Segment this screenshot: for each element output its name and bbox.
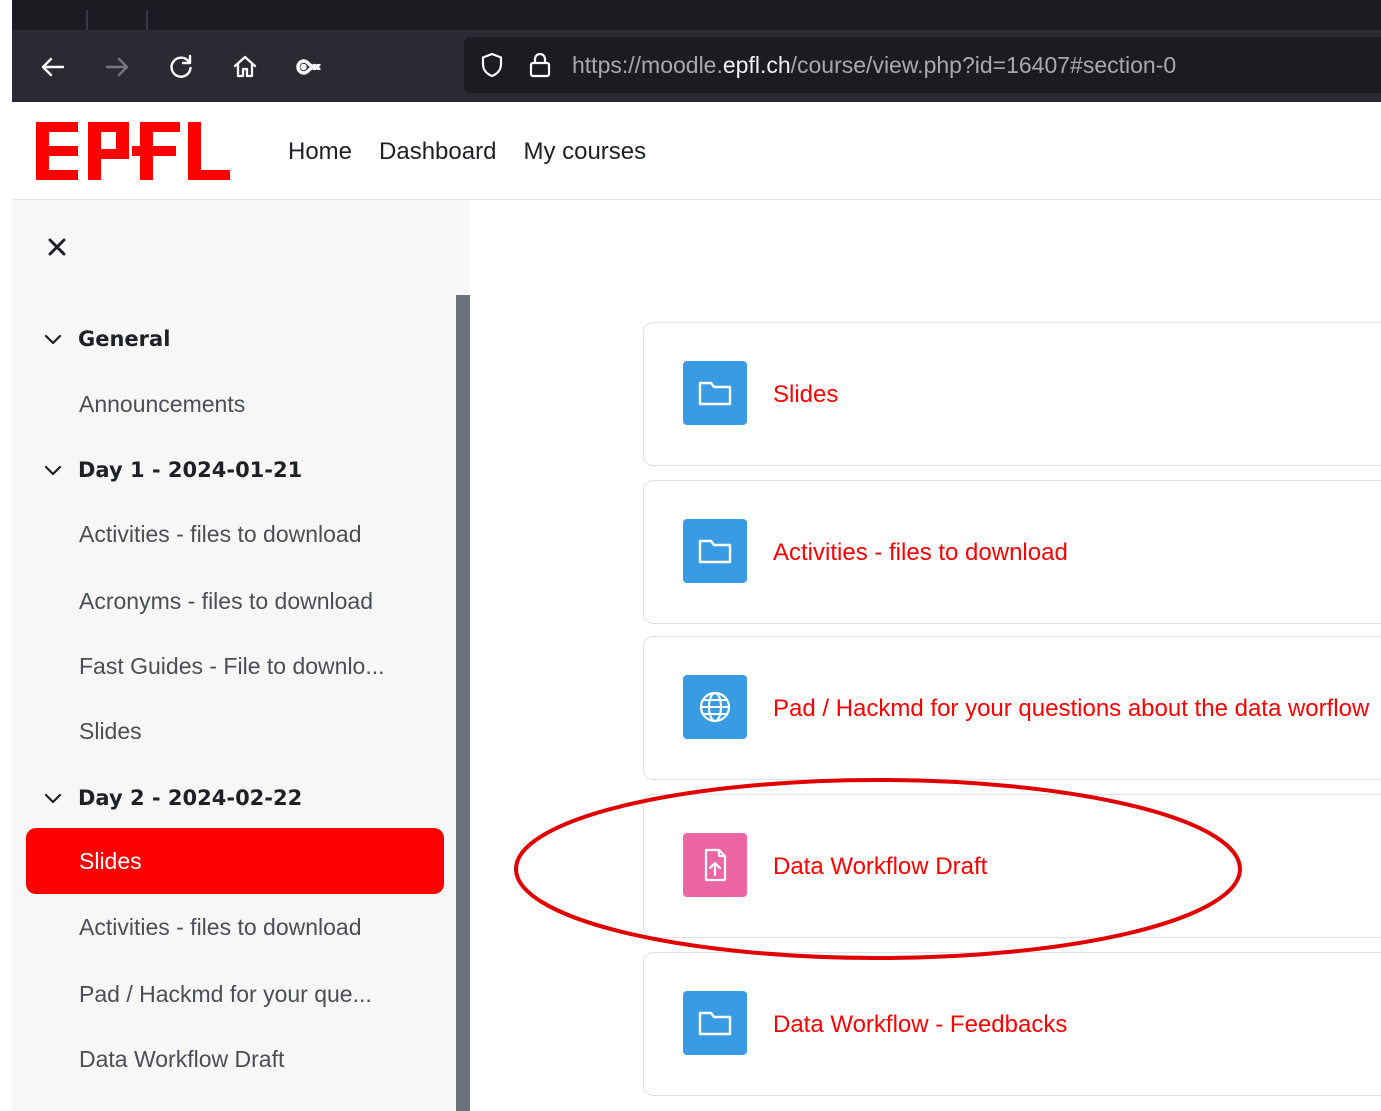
browser-toolbar: https://moodle.epfl.ch/course/view.php?i… [12,30,1381,102]
browser-tab-strip [12,0,1381,30]
home-icon [233,55,257,78]
url-scheme-subdomain: https://moodle. [572,52,723,78]
activity-icon [683,675,747,739]
activity-link[interactable]: Pad / Hackmd for your questions about th… [773,695,1369,723]
epfl-logo[interactable] [36,122,232,180]
url-path: /course/view.php?id=16407#section-0 [790,52,1177,78]
activity-link[interactable]: Slides [773,381,838,409]
activity-card-slides[interactable]: Slides [643,322,1381,466]
globe-icon [699,691,731,723]
index-item-label: Slides [79,848,142,874]
section-title: Day 2 - 2024-02-22 [78,786,303,810]
nav-my-courses[interactable]: My courses [523,138,646,166]
close-drawer-button[interactable] [42,232,72,262]
activity-icon [683,991,747,1055]
forward-arrow-icon [105,57,129,77]
activity-icon [683,833,747,897]
url-text[interactable]: https://moodle.epfl.ch/course/view.php?i… [572,52,1176,79]
shield-icon[interactable] [478,51,506,79]
private-browsing-button[interactable] [290,48,328,86]
index-item-slides[interactable]: Slides [79,718,142,745]
index-item-activities[interactable]: Activities - files to download [79,521,362,548]
index-item-slides-active[interactable]: Slides [26,828,444,894]
primary-navigation: Home Dashboard My courses [288,138,646,166]
activity-card-pad-hackmd[interactable]: Pad / Hackmd for your questions about th… [643,636,1381,780]
activity-link[interactable]: Data Workflow Draft [773,853,987,881]
chevron-down-icon [44,465,62,476]
url-domain: epfl.ch [722,52,791,78]
lock-icon[interactable] [526,51,554,79]
back-button[interactable] [34,48,72,86]
activity-card-activities[interactable]: Activities - files to download [643,480,1381,624]
section-general[interactable]: General [42,324,170,354]
home-button[interactable] [226,48,264,86]
tab-divider [146,10,148,30]
reload-button[interactable] [162,48,200,86]
close-icon [48,238,66,256]
drawer-scrollbar[interactable] [456,295,470,1111]
index-item-fast-guides[interactable]: Fast Guides - File to downlo... [79,653,385,680]
index-item-announcements[interactable]: Announcements [79,391,245,418]
site-header: Home Dashboard My courses [12,102,1381,200]
activity-card-data-workflow-draft[interactable]: Data Workflow Draft [643,794,1381,938]
assignment-upload-icon [704,848,727,882]
index-item-acronyms[interactable]: Acronyms - files to download [79,588,373,615]
back-arrow-icon [41,57,65,77]
folder-icon [698,539,732,564]
activity-icon [683,519,747,583]
folder-icon [698,1011,732,1036]
reload-icon [170,54,192,78]
activity-icon [683,361,747,425]
activity-link[interactable]: Activities - files to download [773,539,1068,567]
section-title: General [78,327,171,351]
epfl-logo-mark [36,122,230,180]
index-item-pad-hackmd[interactable]: Pad / Hackmd for your que... [79,981,372,1008]
chevron-down-icon [44,334,62,345]
section-day-2[interactable]: Day 2 - 2024-02-22 [42,783,302,813]
tab-divider [86,10,88,30]
forward-button[interactable] [98,48,136,86]
folder-icon [698,381,732,406]
activity-card-feedbacks[interactable]: Data Workflow - Feedbacks [643,952,1381,1096]
address-bar[interactable]: https://moodle.epfl.ch/course/view.php?i… [464,37,1381,93]
activity-link[interactable]: Data Workflow - Feedbacks [773,1011,1067,1039]
nav-dashboard[interactable]: Dashboard [379,138,496,166]
section-day-1[interactable]: Day 1 - 2024-01-21 [42,455,302,485]
infinity-mask-icon [296,59,321,75]
index-item-data-workflow-draft[interactable]: Data Workflow Draft [79,1046,284,1073]
index-item-activities[interactable]: Activities - files to download [79,914,362,941]
nav-home[interactable]: Home [288,138,352,166]
section-title: Day 1 - 2024-01-21 [78,458,303,482]
chevron-down-icon [44,793,62,804]
course-index-drawer: General Announcements Day 1 - 2024-01-21… [12,200,470,1111]
